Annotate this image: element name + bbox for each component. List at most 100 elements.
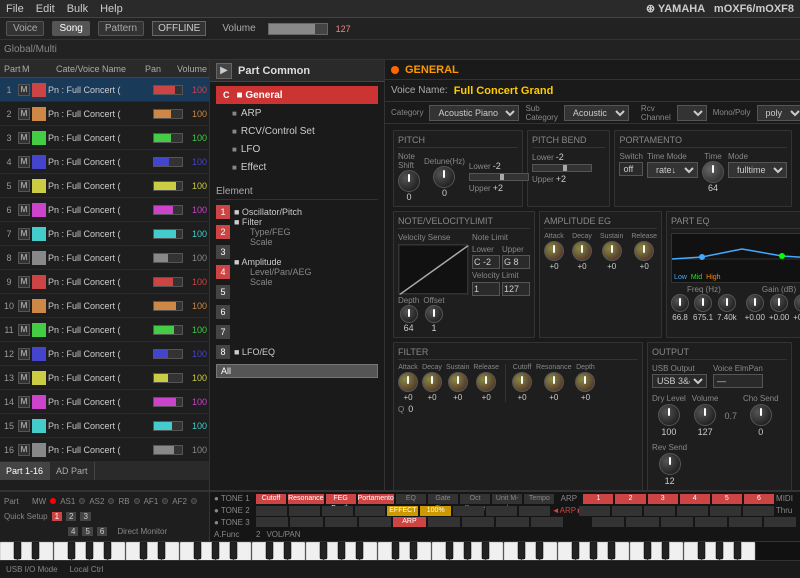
eq-gain-mid-knob[interactable]: [770, 294, 788, 312]
port-time-knob[interactable]: [702, 161, 724, 183]
port-mode[interactable]: fulltime: [728, 162, 787, 178]
part-row-12[interactable]: 12 M Pn : Full Concert ( 100: [0, 342, 209, 366]
tone3-arp-6[interactable]: [764, 517, 796, 527]
tab-part-116[interactable]: Part 1-16: [0, 462, 50, 480]
tone1-cutoff[interactable]: Cutoff: [256, 494, 286, 504]
black-key[interactable]: [212, 542, 219, 559]
tone1-tempo[interactable]: Tempo: [524, 494, 554, 504]
tone2-arp-2[interactable]: [612, 506, 643, 516]
part-color-btn-5[interactable]: [32, 179, 46, 193]
black-key[interactable]: [608, 542, 615, 559]
amp-attack-knob[interactable]: [544, 241, 564, 261]
voice-elm-pan-switch[interactable]: —: [713, 374, 763, 388]
part-fader-16[interactable]: [153, 445, 183, 455]
tone1-arp-1[interactable]: 1: [583, 494, 613, 504]
usb-output-dropdown[interactable]: USB 3&4: [652, 374, 707, 388]
amp-release-knob[interactable]: [634, 241, 654, 261]
part-m-btn-4[interactable]: M: [18, 156, 30, 168]
vel-upper[interactable]: 127: [502, 282, 530, 296]
part-fader-15[interactable]: [153, 421, 183, 431]
detune-knob[interactable]: [433, 166, 455, 188]
black-key[interactable]: [86, 542, 93, 559]
part-fader-13[interactable]: [153, 373, 183, 383]
tree-rcv[interactable]: ■ RCV/Control Set: [228, 122, 378, 140]
part-row-3[interactable]: 3 M Pn : Full Concert ( 100: [0, 126, 209, 150]
volume-slider[interactable]: [268, 23, 328, 35]
elem-btn-7[interactable]: 7: [216, 325, 230, 339]
category-dropdown[interactable]: Acoustic Piano: [429, 105, 519, 121]
part-fader-9[interactable]: [153, 277, 183, 287]
menu-bulk[interactable]: Bulk: [67, 3, 88, 15]
part-row-7[interactable]: 7 M Pn : Full Concert ( 100: [0, 222, 209, 246]
tree-arp[interactable]: ■ ARP: [228, 104, 378, 122]
amp-sustain-knob[interactable]: [602, 241, 622, 261]
tone2-c3[interactable]: [322, 506, 353, 516]
part-row-11[interactable]: 11 M Pn : Full Concert ( 100: [0, 318, 209, 342]
part-row-5[interactable]: 5 M Pn : Full Concert ( 100: [0, 174, 209, 198]
tone2-arp-6[interactable]: [743, 506, 774, 516]
part-m-btn-8[interactable]: M: [18, 252, 30, 264]
black-key[interactable]: [590, 542, 597, 559]
part-fader-2[interactable]: [153, 109, 183, 119]
black-key[interactable]: [32, 542, 39, 559]
part-color-btn-8[interactable]: [32, 251, 46, 265]
sub-category-dropdown[interactable]: Acoustic: [564, 105, 629, 121]
black-key[interactable]: [536, 542, 543, 559]
tone3-c1[interactable]: [256, 517, 288, 527]
tone3-arp-4[interactable]: [695, 517, 727, 527]
tone1-arp-4[interactable]: 4: [680, 494, 710, 504]
eq-freq-mid-knob[interactable]: [694, 294, 712, 312]
black-key[interactable]: [644, 542, 651, 559]
tone1-arp-5[interactable]: 5: [712, 494, 742, 504]
part-row-14[interactable]: 14 M Pn : Full Concert ( 100: [0, 390, 209, 414]
vel-lower[interactable]: 1: [472, 282, 500, 296]
port-time-mode[interactable]: rate↓: [647, 162, 698, 178]
part-m-btn-2[interactable]: M: [18, 108, 30, 120]
tone2-c7[interactable]: [453, 506, 484, 516]
black-key[interactable]: [14, 542, 21, 559]
tone2-c4[interactable]: [355, 506, 386, 516]
part-color-btn-3[interactable]: [32, 131, 46, 145]
tone1-arp-3[interactable]: 3: [648, 494, 678, 504]
part-fader-6[interactable]: [153, 205, 183, 215]
tone1-resonance[interactable]: Resonance: [288, 494, 323, 504]
black-key[interactable]: [284, 542, 291, 559]
part-color-btn-6[interactable]: [32, 203, 46, 217]
part-color-btn-9[interactable]: [32, 275, 46, 289]
tone3-c4[interactable]: [359, 517, 391, 527]
vol-knob[interactable]: [694, 404, 716, 426]
part-fader-10[interactable]: [153, 301, 183, 311]
tone2-c1[interactable]: [256, 506, 287, 516]
offset-knob[interactable]: [425, 305, 443, 323]
tone3-arp[interactable]: ARP: [393, 517, 425, 527]
tone3-c9[interactable]: [531, 517, 563, 527]
tone2-effect[interactable]: EFFECT: [387, 506, 418, 516]
part-row-10[interactable]: 10 M Pn : Full Concert ( 100: [0, 294, 209, 318]
filter-attack-knob[interactable]: [398, 372, 418, 392]
part-row-13[interactable]: 13 M Pn : Full Concert ( 100: [0, 366, 209, 390]
black-key[interactable]: [698, 542, 705, 559]
part-fader-11[interactable]: [153, 325, 183, 335]
tone1-eq[interactable]: EQ: [396, 494, 426, 504]
part-fader-3[interactable]: [153, 133, 183, 143]
tone3-arp-2[interactable]: [626, 517, 658, 527]
tone2-arp-3[interactable]: [644, 506, 675, 516]
port-switch[interactable]: off: [619, 162, 643, 176]
part-m-btn-13[interactable]: M: [18, 372, 30, 384]
filter-release-knob[interactable]: [476, 372, 496, 392]
tone2-c8[interactable]: [486, 506, 517, 516]
quick-setup-btn-5[interactable]: 5: [82, 527, 92, 536]
pitch-slider[interactable]: [469, 173, 529, 181]
black-key[interactable]: [482, 542, 489, 559]
part-m-btn-11[interactable]: M: [18, 324, 30, 336]
quick-setup-btn-2[interactable]: 2: [66, 512, 76, 521]
part-m-btn-7[interactable]: M: [18, 228, 30, 240]
tone2-c2[interactable]: [289, 506, 320, 516]
part-fader-4[interactable]: [153, 157, 183, 167]
tone1-arp-2[interactable]: 2: [615, 494, 645, 504]
part-color-btn-10[interactable]: [32, 299, 46, 313]
part-row-1[interactable]: 1 M Pn : Full Concert ( 100: [0, 78, 209, 102]
tone1-arp-6[interactable]: 6: [744, 494, 774, 504]
part-m-btn-10[interactable]: M: [18, 300, 30, 312]
menu-help[interactable]: Help: [100, 3, 123, 15]
